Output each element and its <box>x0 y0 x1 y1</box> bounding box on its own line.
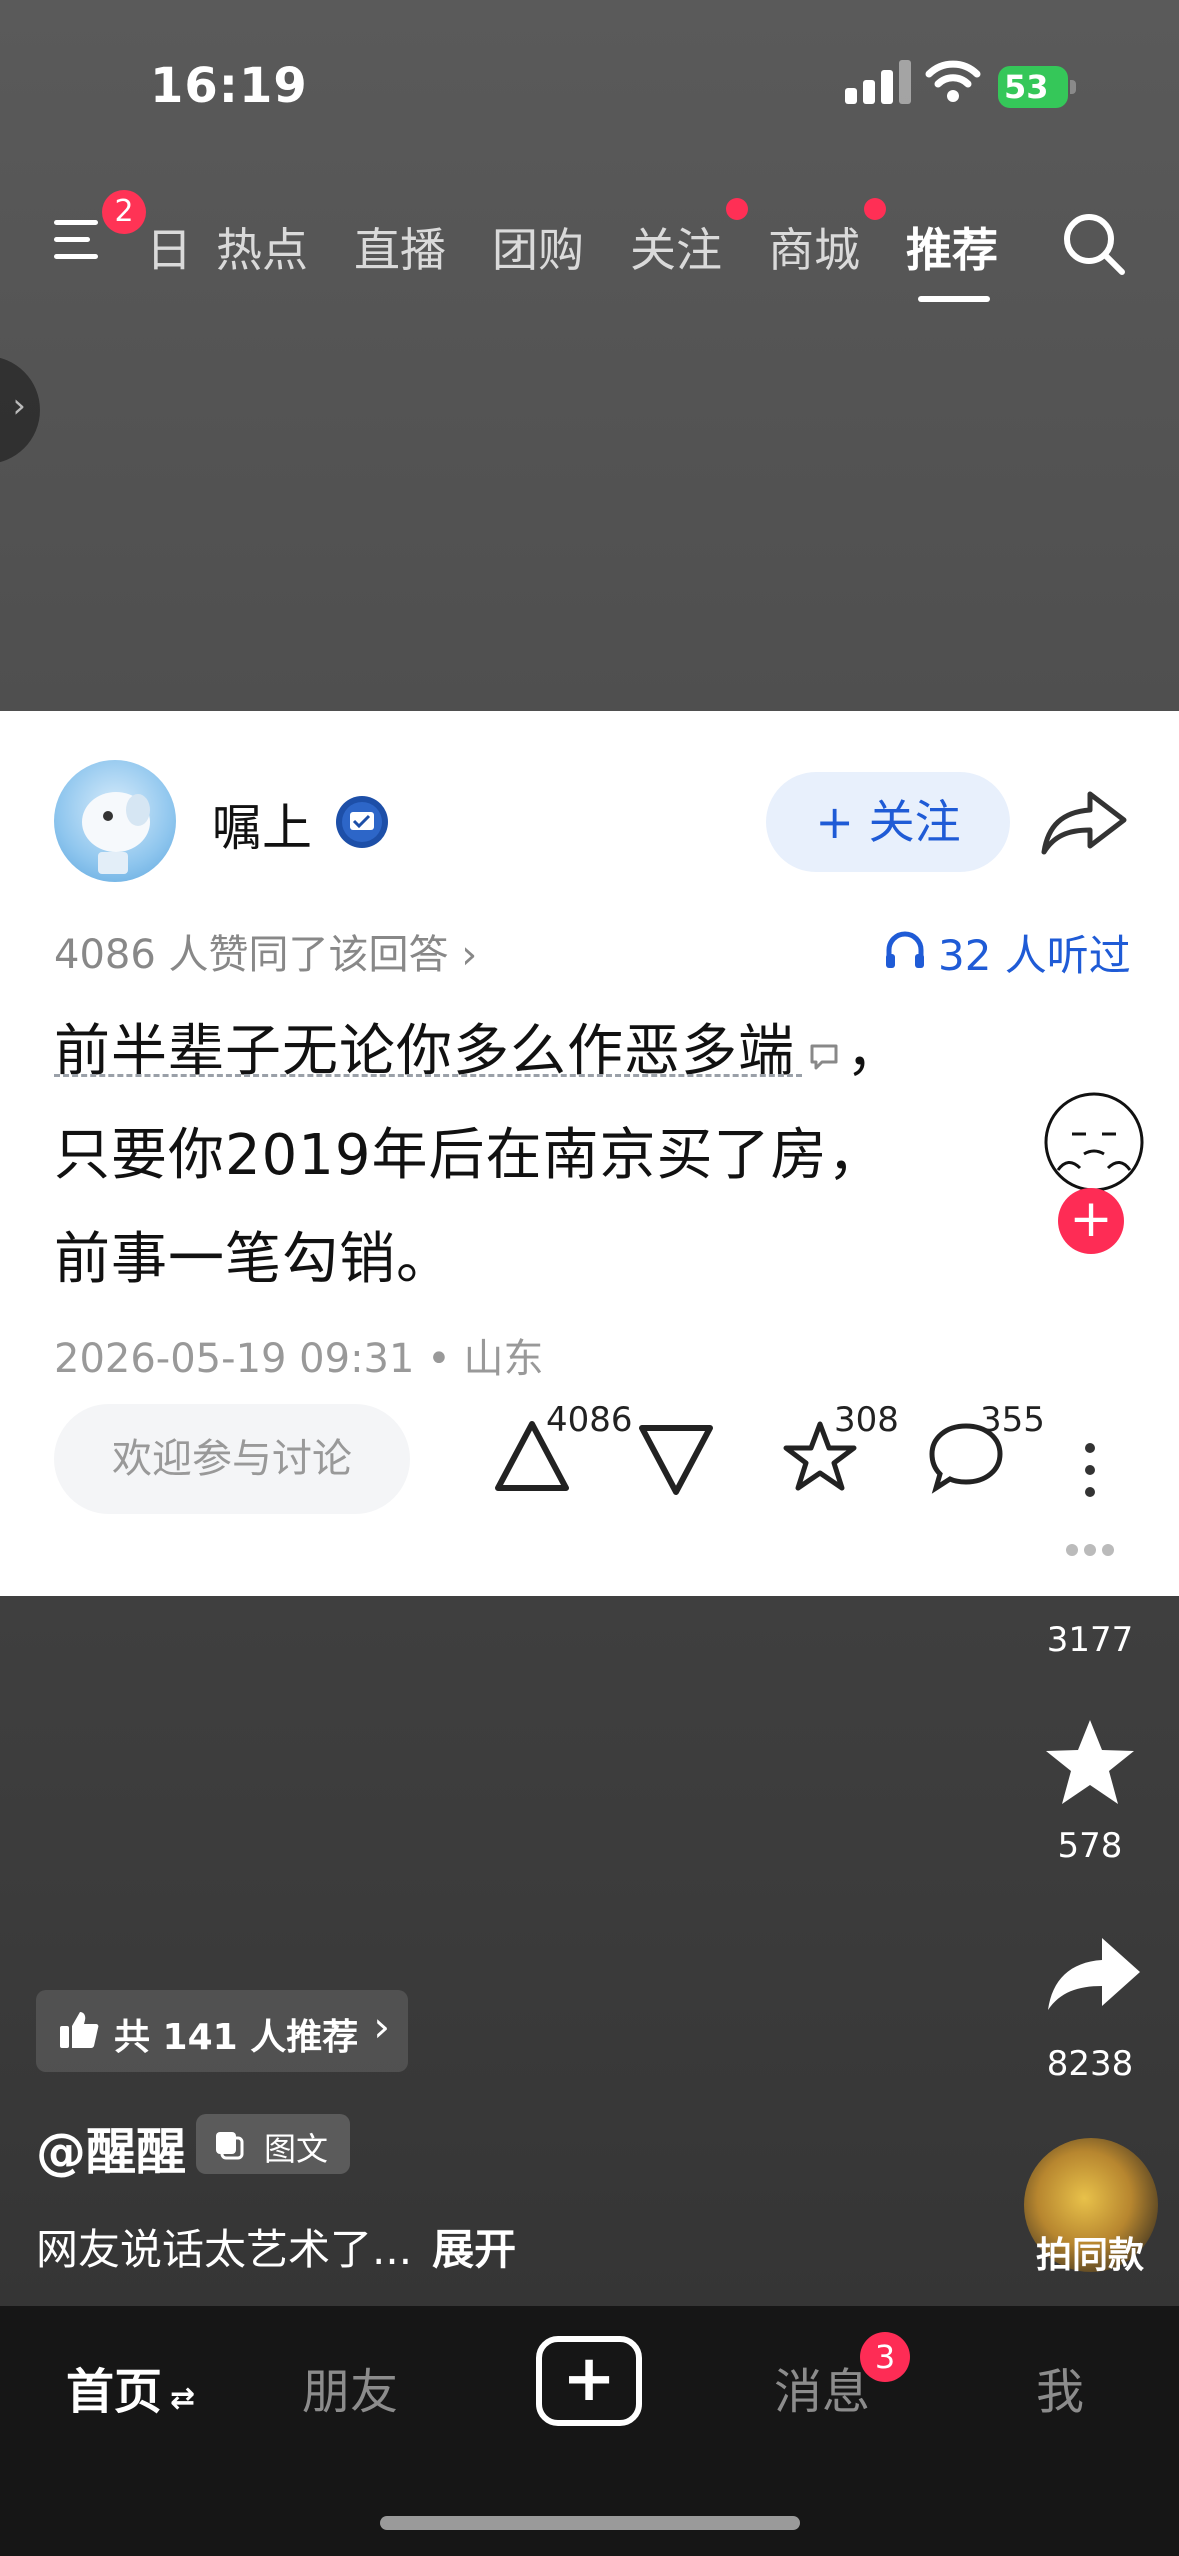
active-tab-underline <box>918 296 990 302</box>
approval-count-line[interactable]: 4086 人赞同了该回答 › <box>54 922 477 980</box>
make-same-label[interactable]: 拍同款 <box>1020 2226 1160 2278</box>
chevron-right-icon: › <box>12 386 26 426</box>
status-time: 16:19 <box>150 58 308 114</box>
post-author-handle[interactable]: @醒醒 <box>36 2112 186 2184</box>
image-text-tag: 图文 <box>196 2114 350 2174</box>
discussion-input[interactable]: 欢迎参与讨论 <box>54 1404 410 1514</box>
follow-button[interactable]: + 关注 <box>766 772 1010 872</box>
home-indicator <box>380 2516 800 2530</box>
share-rail-icon[interactable] <box>1046 1934 1142 2014</box>
cellular-signal-icon <box>845 60 911 104</box>
tab-live[interactable]: 直播 <box>354 214 446 280</box>
quote-underline <box>54 1074 802 1077</box>
tab-home[interactable]: 首页 ⇄ <box>66 2352 195 2422</box>
recommend-chip[interactable]: 共 141 人推荐 › <box>36 1990 408 2072</box>
wifi-icon <box>925 60 981 102</box>
follow-creator-button[interactable]: + <box>1058 1188 1124 1254</box>
rail-comment-count: 3177 <box>1046 1620 1134 1660</box>
quote-line-3: 前事一笔勾销。 <box>54 1227 453 1292</box>
quote-comma: ， <box>846 1019 903 1084</box>
tab-mall[interactable]: 商城 <box>768 214 860 280</box>
more-options-icon[interactable] <box>1078 1440 1102 1500</box>
tab-groupbuy[interactable]: 团购 <box>492 214 584 280</box>
tab-messages[interactable]: 消息 <box>774 2352 870 2422</box>
tab-me[interactable]: 我 <box>1036 2352 1084 2422</box>
author-name[interactable]: 嘱上 <box>212 788 312 860</box>
listen-count: 32 人听过 <box>938 931 1131 980</box>
tab-friends[interactable]: 朋友 <box>302 2352 398 2422</box>
menu-icon[interactable] <box>52 212 108 268</box>
share-arrow-icon[interactable] <box>1040 786 1128 856</box>
post-description: 网友说话太艺术了... 展开 <box>36 2225 517 2274</box>
mall-dot <box>864 198 886 220</box>
quote-line-2: 只要你2019年后在南京买了房， <box>54 1123 885 1188</box>
favorite-count: 308 <box>834 1400 899 1440</box>
heart-icon[interactable] <box>1040 1298 1140 1388</box>
downvote-icon[interactable] <box>636 1422 716 1498</box>
following-dot <box>726 198 748 220</box>
post-meta: 2026-05-19 09:31 • 山东 <box>54 1336 544 1382</box>
chevron-right-icon: › <box>373 2002 390 2051</box>
author-avatar[interactable] <box>54 760 176 882</box>
headphones-icon <box>886 931 924 968</box>
swap-arrows-icon: ⇄ <box>170 2381 196 2416</box>
inline-comment-icon[interactable] <box>808 1042 840 1072</box>
favorite-rail-icon[interactable] <box>1042 1716 1138 1808</box>
tab-following[interactable]: 关注 <box>630 214 722 280</box>
search-icon[interactable] <box>1060 210 1128 278</box>
thumbs-up-icon <box>60 2012 99 2048</box>
rail-share-count: 8238 <box>1046 2044 1134 2084</box>
tab-hot[interactable]: 热点 <box>216 214 308 280</box>
tab-partial[interactable]: 日 <box>146 214 192 280</box>
battery-indicator: 53 <box>998 66 1078 108</box>
rail-favorite-count: 578 <box>1057 1826 1123 1866</box>
upvote-count: 4086 <box>546 1400 633 1440</box>
create-post-button[interactable]: + <box>536 2336 642 2426</box>
creator-avatar[interactable] <box>1038 1090 1150 1202</box>
comment-rail-icon[interactable] <box>1040 1508 1140 1600</box>
image-text-icon <box>216 2132 244 2160</box>
messages-badge: 3 <box>860 2332 910 2382</box>
tab-recommend[interactable]: 推荐 <box>906 214 998 280</box>
menu-badge: 2 <box>102 190 146 234</box>
verified-badge-icon <box>336 796 388 848</box>
expand-link[interactable]: 展开 <box>432 2225 516 2274</box>
